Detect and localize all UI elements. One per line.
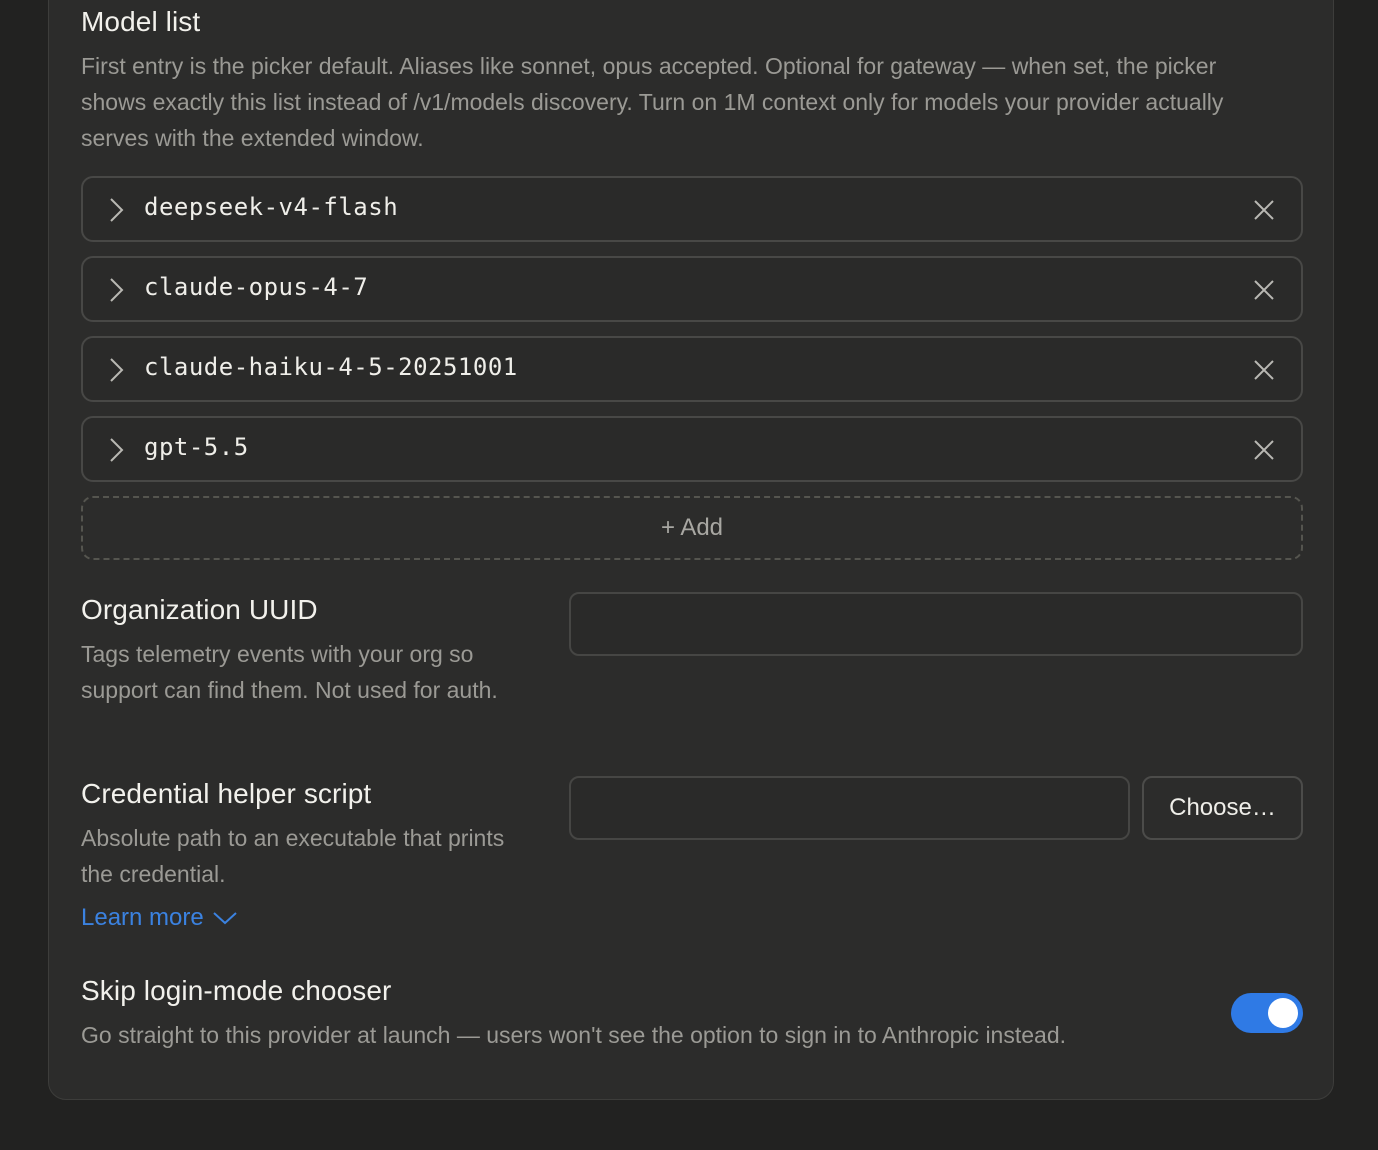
close-icon[interactable] (1251, 357, 1277, 383)
model-name: claude-haiku-4-5-20251001 (144, 353, 518, 381)
model-name: gpt-5.5 (144, 433, 249, 461)
model-row[interactable]: claude-haiku-4-5-20251001 (81, 336, 1303, 402)
org-uuid-description: Tags telemetry events with your org so s… (81, 641, 498, 703)
learn-more-label[interactable]: Learn more (81, 904, 204, 932)
chevron-right-icon[interactable] (105, 436, 127, 464)
close-icon[interactable] (1251, 277, 1277, 303)
model-name: claude-opus-4-7 (144, 273, 369, 301)
choose-file-button[interactable]: Choose… (1142, 776, 1303, 840)
skip-login-toggle[interactable] (1231, 993, 1303, 1033)
toggle-knob (1268, 998, 1298, 1028)
model-list-description: First entry is the picker default. Alias… (81, 53, 1224, 151)
org-uuid-title: Organization UUID (81, 594, 318, 625)
close-icon[interactable] (1251, 197, 1277, 223)
credential-helper-title: Credential helper script (81, 778, 372, 809)
chevron-right-icon[interactable] (105, 356, 127, 384)
credential-helper-description: Absolute path to an executable that prin… (81, 825, 505, 887)
chevron-down-icon[interactable] (212, 909, 238, 927)
chevron-right-icon[interactable] (105, 276, 127, 304)
skip-login-description: Go straight to this provider at launch —… (81, 1022, 1067, 1048)
model-name: deepseek-v4-flash (144, 193, 399, 221)
skip-login-title: Skip login-mode chooser (81, 975, 392, 1006)
credential-helper-path-input[interactable] (569, 776, 1130, 840)
add-model-button[interactable]: + Add (81, 496, 1303, 560)
close-icon[interactable] (1251, 437, 1277, 463)
learn-more-link[interactable]: Learn more (81, 904, 238, 932)
model-row[interactable]: claude-opus-4-7 (81, 256, 1303, 322)
model-row[interactable]: gpt-5.5 (81, 416, 1303, 482)
model-list-title: Model list (81, 6, 201, 37)
model-row[interactable]: deepseek-v4-flash (81, 176, 1303, 242)
org-uuid-input[interactable] (569, 592, 1303, 656)
chevron-right-icon[interactable] (105, 196, 127, 224)
